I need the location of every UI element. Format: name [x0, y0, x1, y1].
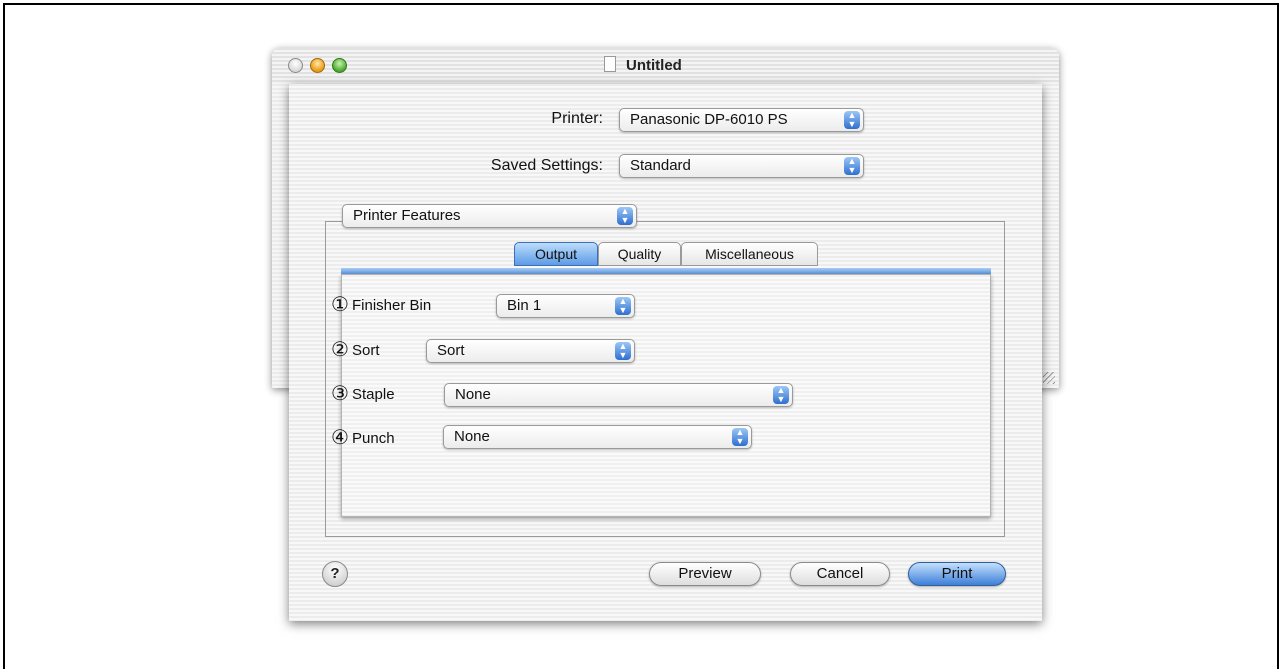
resize-grip-icon[interactable]	[1043, 372, 1055, 384]
staple-value: None	[455, 386, 491, 403]
up-down-arrows-icon: ▲ ▼	[615, 297, 631, 315]
zoom-window-icon[interactable]	[332, 58, 347, 73]
panel-selector-value: Printer Features	[353, 207, 461, 224]
print-sheet: Printer: Panasonic DP-6010 PS ▲ ▼ Saved S…	[289, 84, 1042, 621]
up-down-arrows-icon: ▲ ▼	[732, 428, 748, 446]
up-down-arrows-icon: ▲ ▼	[615, 342, 631, 360]
callout-2: ②	[331, 339, 349, 361]
panel-selector-popup[interactable]: Printer Features ▲ ▼	[342, 204, 637, 228]
window-titlebar[interactable]: Untitled	[272, 48, 1059, 84]
punch-popup[interactable]: None ▲ ▼	[443, 425, 752, 449]
cancel-button[interactable]: Cancel	[790, 562, 890, 586]
sort-popup[interactable]: Sort ▲ ▼	[426, 339, 635, 363]
finisher-bin-value: Bin 1	[507, 297, 542, 314]
staple-popup[interactable]: None ▲ ▼	[444, 383, 793, 407]
callout-1: ①	[331, 294, 349, 316]
up-down-arrows-icon: ▲ ▼	[773, 386, 789, 404]
callout-4: ④	[331, 427, 349, 449]
window-title: Untitled	[626, 57, 682, 74]
minimize-window-icon[interactable]	[310, 58, 325, 73]
staple-label: Staple	[352, 386, 395, 403]
up-down-arrows-icon: ▲ ▼	[844, 111, 860, 129]
tab-quality[interactable]: Quality	[598, 242, 681, 266]
sort-label: Sort	[352, 342, 380, 359]
help-button[interactable]: ?	[322, 561, 348, 587]
saved-settings-popup[interactable]: Standard ▲ ▼	[619, 154, 864, 178]
close-window-icon[interactable]	[288, 58, 303, 73]
punch-value: None	[454, 428, 490, 445]
callout-3: ③	[331, 383, 349, 405]
punch-label: Punch	[352, 430, 395, 447]
tab-miscellaneous[interactable]: Miscellaneous	[681, 242, 818, 266]
printer-value: Panasonic DP-6010 PS	[630, 111, 788, 128]
sort-value: Sort	[437, 342, 465, 359]
up-down-arrows-icon: ▲ ▼	[617, 207, 633, 225]
print-button[interactable]: Print	[908, 562, 1006, 586]
printer-label: Printer:	[551, 110, 603, 127]
document-icon	[604, 56, 616, 72]
finisher-bin-label: Finisher Bin	[352, 297, 432, 314]
saved-settings-label: Saved Settings:	[490, 157, 603, 174]
tab-output[interactable]: Output	[514, 242, 598, 266]
preview-button[interactable]: Preview	[649, 562, 761, 586]
printer-popup[interactable]: Panasonic DP-6010 PS ▲ ▼	[619, 108, 864, 132]
up-down-arrows-icon: ▲ ▼	[844, 157, 860, 175]
saved-settings-value: Standard	[630, 157, 691, 174]
finisher-bin-popup[interactable]: Bin 1 ▲ ▼	[496, 294, 635, 318]
